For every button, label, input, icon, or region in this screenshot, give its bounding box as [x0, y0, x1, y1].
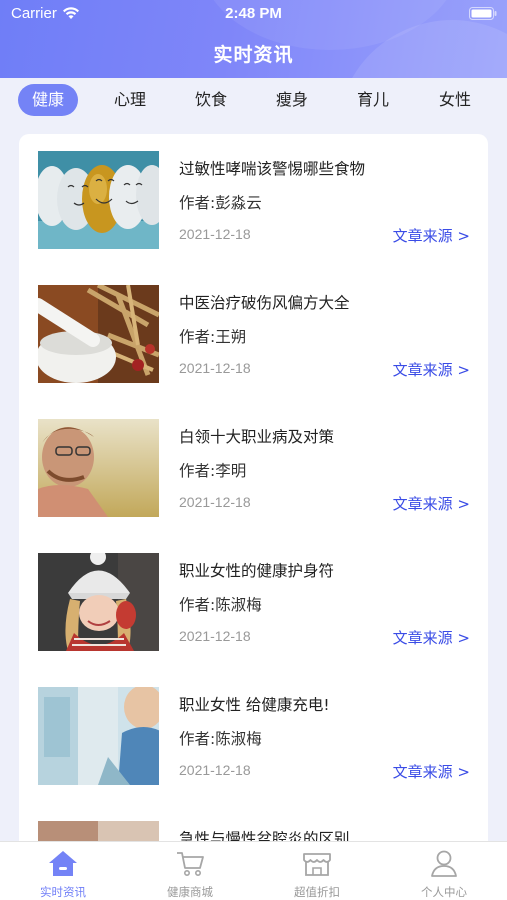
article-author: 作者:彭淼云 — [179, 194, 262, 212]
battery-icon — [469, 7, 497, 20]
tab-slimming[interactable]: 瘦身 — [262, 84, 322, 116]
article-title: 职业女性的健康护身符 — [179, 562, 335, 580]
article-title: 中医治疗破伤风偏方大全 — [179, 294, 350, 312]
article-title: 白领十大职业病及对策 — [179, 428, 335, 446]
eggs-faces-image — [38, 151, 159, 249]
herbs-mortar-image — [38, 285, 159, 383]
tab-psychology[interactable]: 心理 — [100, 84, 160, 116]
user-icon — [431, 850, 457, 877]
article-source-link[interactable]: 文章来源 > — [393, 493, 470, 514]
article-source-link[interactable]: 文章来源 > — [393, 761, 470, 782]
article-author: 作者:陈淑梅 — [179, 730, 262, 748]
bottom-tab-bar: 实时资讯 健康商城 超值折扣 个人中心 — [0, 841, 507, 900]
woman-winter-hat-image — [38, 553, 159, 651]
article-item[interactable]: 职业女性 给健康充电! 作者:陈淑梅 2021-12-18 文章来源 > — [19, 670, 488, 804]
tabbar-discount[interactable]: 超值折扣 — [254, 842, 380, 900]
tab-parenting[interactable]: 育儿 — [343, 84, 403, 116]
tabbar-news[interactable]: 实时资讯 — [0, 842, 126, 900]
tabbar-label: 健康商城 — [167, 885, 213, 899]
article-source-link[interactable]: 文章来源 > — [393, 627, 470, 648]
cart-icon — [177, 852, 204, 876]
man-glasses-image — [38, 419, 159, 517]
article-item[interactable]: 职业女性的健康护身符 作者:陈淑梅 2021-12-18 文章来源 > — [19, 536, 488, 670]
article-author: 作者:王朔 — [179, 328, 247, 346]
tabbar-profile[interactable]: 个人中心 — [381, 842, 507, 900]
header: Carrier 2:48 PM 实时资讯 — [0, 0, 507, 78]
article-date: 2021-12-18 — [179, 226, 251, 242]
article-source-link[interactable]: 文章来源 > — [393, 359, 470, 380]
tab-diet[interactable]: 饮食 — [181, 84, 241, 116]
article-list: 过敏性哮喘该警惕哪些食物 作者:彭淼云 2021-12-18 文章来源 > 中医… — [19, 134, 488, 854]
tabbar-label: 个人中心 — [421, 885, 467, 899]
tabbar-label: 实时资讯 — [40, 885, 86, 899]
page-title: 实时资讯 — [213, 44, 294, 66]
tabbar-label: 超值折扣 — [294, 885, 340, 899]
article-title: 职业女性 给健康充电! — [179, 696, 330, 714]
article-date: 2021-12-18 — [179, 360, 251, 376]
category-tabs: 健康 心理 饮食 瘦身 育儿 女性 — [0, 82, 507, 120]
status-time: 2:48 PM — [225, 5, 282, 22]
article-date: 2021-12-18 — [179, 494, 251, 510]
store-icon — [303, 853, 331, 876]
article-author: 作者:李明 — [179, 462, 247, 480]
article-source-link[interactable]: 文章来源 > — [393, 225, 470, 246]
tabbar-mall[interactable]: 健康商城 — [127, 842, 253, 900]
article-title: 过敏性哮喘该警惕哪些食物 — [179, 160, 366, 178]
article-item[interactable]: 过敏性哮喘该警惕哪些食物 作者:彭淼云 2021-12-18 文章来源 > — [19, 134, 488, 268]
article-date: 2021-12-18 — [179, 762, 251, 778]
article-item[interactable]: 中医治疗破伤风偏方大全 作者:王朔 2021-12-18 文章来源 > — [19, 268, 488, 402]
office-blur-image — [38, 687, 159, 785]
tab-health[interactable]: 健康 — [18, 84, 78, 116]
article-date: 2021-12-18 — [179, 628, 251, 644]
home-icon — [49, 851, 77, 876]
article-item[interactable]: 白领十大职业病及对策 作者:李明 2021-12-18 文章来源 > — [19, 402, 488, 536]
status-bar: Carrier 2:48 PM — [0, 0, 507, 28]
article-author: 作者:陈淑梅 — [179, 596, 262, 614]
tab-women[interactable]: 女性 — [425, 84, 485, 116]
